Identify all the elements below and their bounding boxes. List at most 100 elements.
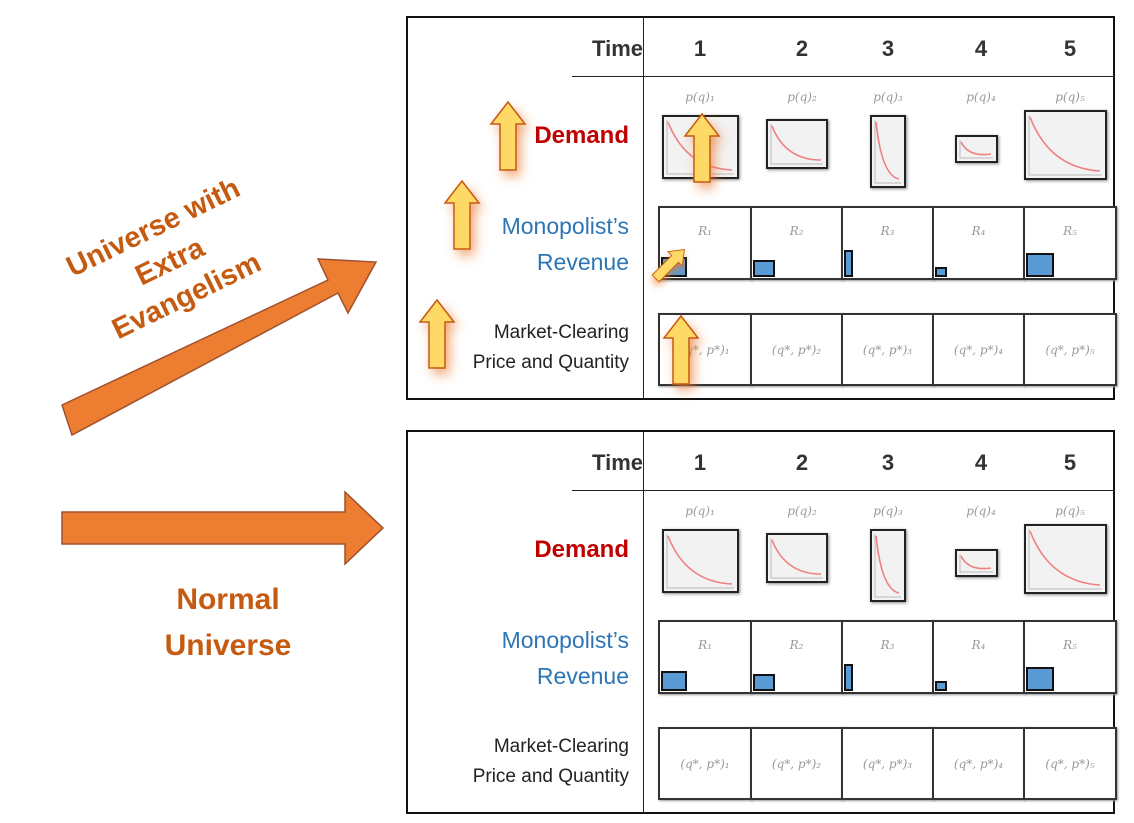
demand-curve <box>666 534 734 589</box>
revenue-cell: R₃ <box>841 206 934 280</box>
row-label-revenue: Monopolist’s <box>501 213 629 239</box>
row-label-revenue: Monopolist’s <box>501 627 629 653</box>
market-cell: (q*, p*)₂ <box>750 727 843 800</box>
market-cell: (q*, p*)₁ <box>658 313 752 386</box>
period-4: 4 <box>974 36 988 61</box>
revenue-label: R₃ <box>880 638 895 652</box>
demand-label: p(q)₂ <box>787 90 817 104</box>
row-label-demand: Demand <box>534 536 629 563</box>
revenue-label: R₅ <box>1063 638 1077 652</box>
row-label-revenue-2: Revenue <box>536 249 629 275</box>
revenue-cell: R₅ <box>1023 206 1117 280</box>
period-2: 2 <box>795 36 809 61</box>
revenue-label: R₅ <box>1063 224 1077 238</box>
label-line: Normal <box>176 583 280 616</box>
period-5: 5 <box>1063 450 1077 475</box>
revenue-cell: R₅ <box>1023 620 1117 694</box>
market-cell: (q*, p*)₄ <box>932 727 1025 800</box>
revenue-bar <box>661 671 687 691</box>
market-cell: (q*, p*)₅ <box>1023 313 1117 386</box>
revenue-cell: R₂ <box>750 620 843 694</box>
period-3: 3 <box>881 450 895 475</box>
revenue-cell: R₃ <box>841 620 934 694</box>
demand-curve <box>666 120 734 175</box>
revenue-cell: R₂ <box>750 206 843 280</box>
demand-curve-chart <box>766 119 828 169</box>
revenue-bar <box>753 674 775 691</box>
market-label: (q*, p*)₄ <box>953 757 1004 771</box>
revenue-bar <box>753 260 775 277</box>
demand-curve-chart <box>1024 524 1107 594</box>
column-divider <box>643 432 644 812</box>
panel-extra-evangelism: Time 1 2 3 4 5 Demand Monopolist’s Revenue Market… <box>406 16 1117 400</box>
demand-curve-chart <box>766 533 828 583</box>
header-divider <box>572 490 1113 491</box>
label-line: Universe <box>164 629 292 662</box>
revenue-label: R₃ <box>880 224 895 238</box>
demand-curve-chart <box>955 549 998 577</box>
header-divider <box>572 76 1113 77</box>
normal-universe-label: Normal Universe <box>128 577 328 669</box>
revenue-label: R₄ <box>971 224 986 238</box>
demand-curve <box>1028 115 1102 176</box>
demand-curve-chart <box>870 115 906 188</box>
market-label: (q*, p*)₃ <box>862 757 913 771</box>
demand-label: p(q)₅ <box>1055 90 1085 104</box>
market-label: (q*, p*)₁ <box>680 757 730 771</box>
diagram: Universe with Extra Evangelism Normal Un… <box>0 0 1134 823</box>
revenue-label: R₂ <box>789 638 804 652</box>
horizontal-arrow-icon <box>61 490 385 566</box>
revenue-label: R₁ <box>698 638 712 652</box>
period-1: 1 <box>693 36 707 61</box>
time-label: Time <box>592 450 643 475</box>
demand-label: p(q)₃ <box>873 90 903 104</box>
revenue-bar <box>844 664 853 691</box>
demand-curve <box>770 538 823 579</box>
period-3: 3 <box>881 36 895 61</box>
demand-label: p(q)₄ <box>966 504 996 518</box>
demand-label: p(q)₅ <box>1055 504 1085 518</box>
revenue-cell: R₄ <box>932 620 1025 694</box>
demand-curve <box>770 124 823 165</box>
demand-label: p(q)₂ <box>787 504 817 518</box>
time-label: Time <box>592 36 643 61</box>
revenue-label: R₄ <box>971 638 986 652</box>
demand-label: p(q)₄ <box>966 90 996 104</box>
revenue-bar <box>935 267 947 277</box>
market-cell: (q*, p*)₁ <box>658 727 752 800</box>
demand-curve-chart <box>662 529 739 593</box>
period-1: 1 <box>693 450 707 475</box>
revenue-bar <box>935 681 947 691</box>
revenue-bar <box>844 250 853 277</box>
demand-curve-chart <box>955 135 998 163</box>
demand-curve <box>959 140 993 159</box>
period-2: 2 <box>795 450 809 475</box>
row-label-market-2: Price and Quantity <box>472 352 629 373</box>
column-divider <box>643 18 644 398</box>
market-cell: (q*, p*)₃ <box>841 727 934 800</box>
market-label: (q*, p*)₂ <box>771 757 822 771</box>
revenue-bar <box>1026 253 1054 277</box>
revenue-label: R₂ <box>789 224 804 238</box>
demand-curve <box>874 120 901 184</box>
demand-curve-chart <box>870 529 906 602</box>
demand-label: p(q)₁ <box>685 90 715 104</box>
demand-label: p(q)₁ <box>685 504 715 518</box>
row-label-market: Market-Clearing <box>493 322 629 343</box>
market-label: (q*, p*)₅ <box>1045 757 1095 771</box>
row-label-market-2: Price and Quantity <box>472 766 629 787</box>
market-label: (q*, p*)₅ <box>1045 343 1095 357</box>
demand-curve <box>959 554 993 573</box>
market-label: (q*, p*)₁ <box>680 343 730 357</box>
market-label: (q*, p*)₄ <box>953 343 1004 357</box>
revenue-bar <box>661 257 687 277</box>
demand-curve-chart <box>662 115 739 179</box>
revenue-bar <box>1026 667 1054 691</box>
demand-label: p(q)₃ <box>873 504 903 518</box>
revenue-cell: R₄ <box>932 206 1025 280</box>
market-cell: (q*, p*)₅ <box>1023 727 1117 800</box>
row-label-revenue-2: Revenue <box>536 663 629 689</box>
revenue-label: R₁ <box>698 224 712 238</box>
market-cell: (q*, p*)₄ <box>932 313 1025 386</box>
revenue-cell: R₁ <box>658 206 752 280</box>
